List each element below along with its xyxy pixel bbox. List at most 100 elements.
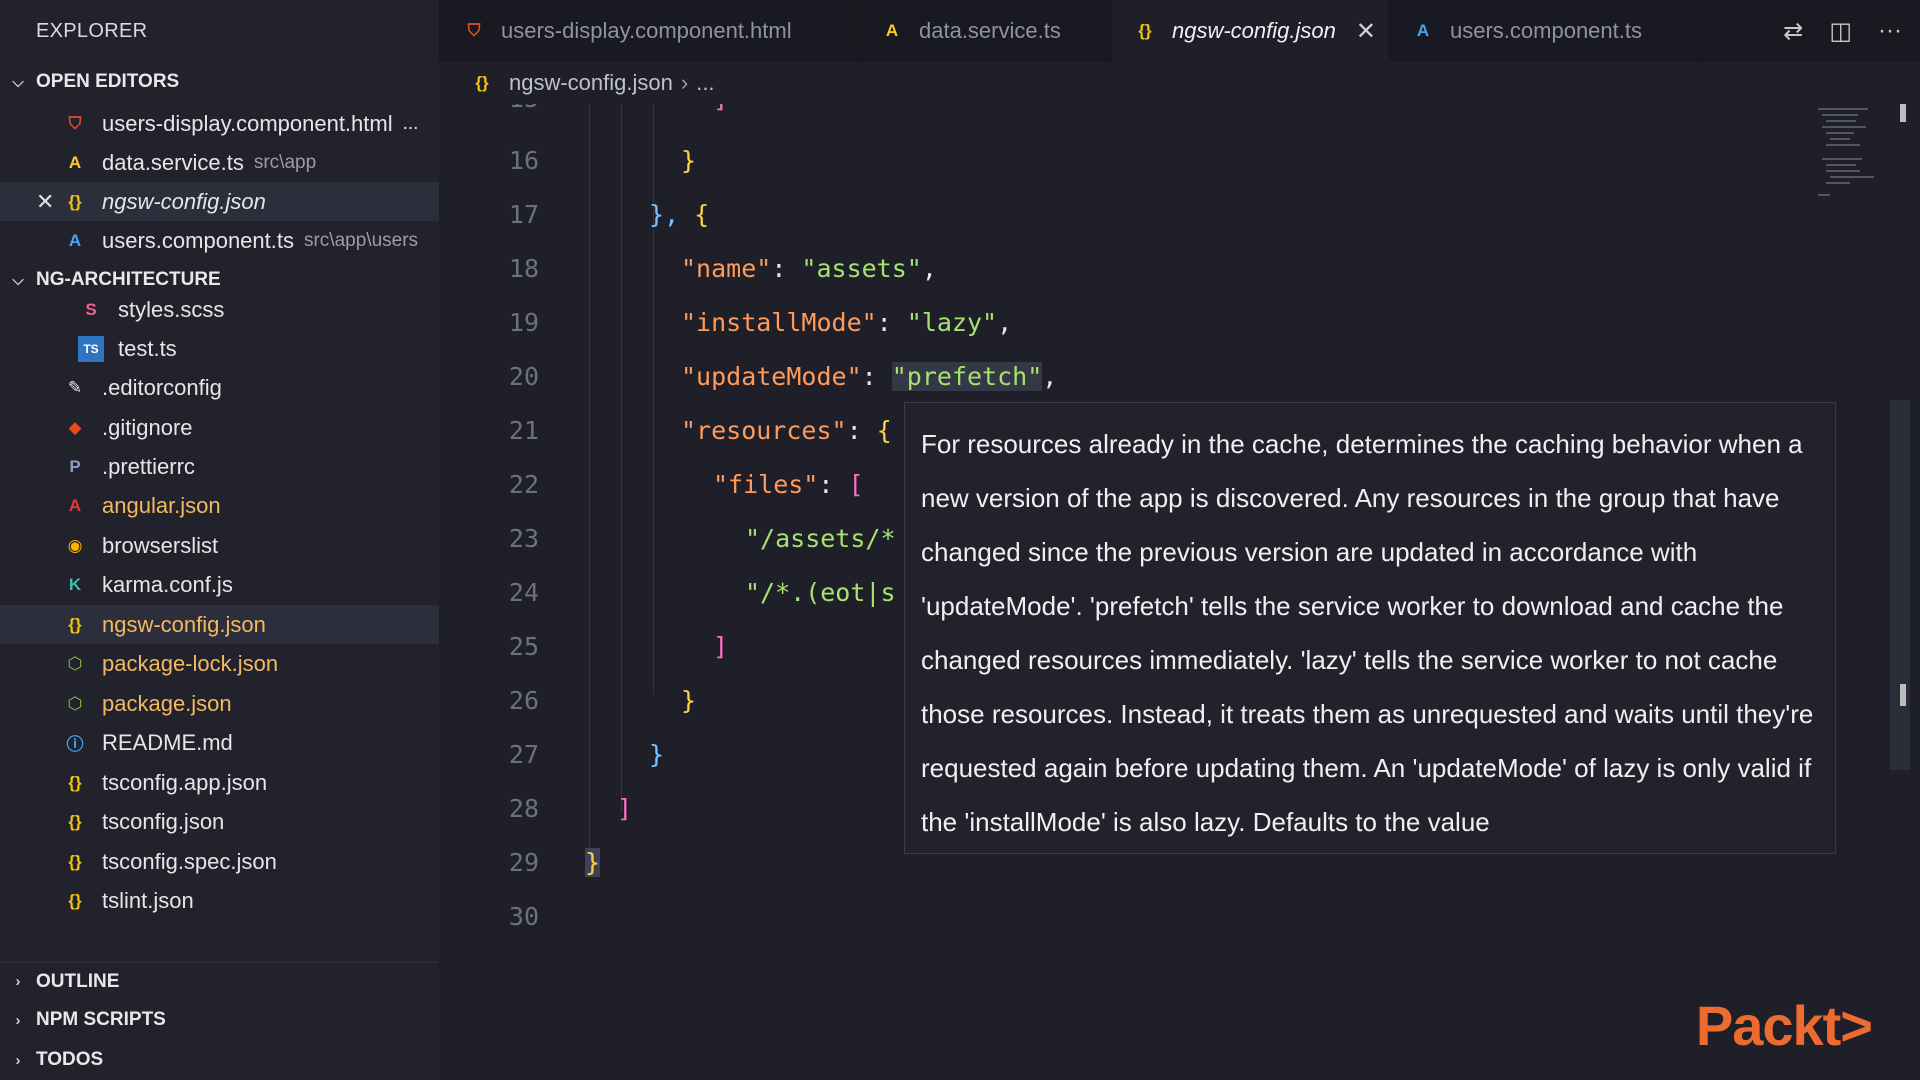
split-editor-icon[interactable]: ◫ <box>1829 17 1852 46</box>
code-token: } <box>585 848 601 877</box>
vertical-scrollbar[interactable] <box>1890 400 1910 770</box>
line-number: 23 <box>508 524 539 553</box>
scrollbar-marker <box>1900 684 1906 706</box>
file-item[interactable]: TS test.ts <box>0 329 439 368</box>
tab-bar: ⛉ users-display.component.html A data.se… <box>439 0 1920 62</box>
code-token: ] <box>713 104 728 113</box>
nodejs-icon: ⬡ <box>67 653 83 673</box>
json-icon: {} <box>68 772 82 792</box>
json-icon: {} <box>1138 21 1152 40</box>
chevron-down-icon: ⌵ <box>12 271 24 289</box>
more-actions-icon[interactable]: ··· <box>1878 17 1902 45</box>
editorconfig-icon: ✎ <box>67 377 83 397</box>
file-item[interactable]: A angular.json <box>0 486 439 525</box>
compare-changes-icon[interactable]: ⇄ <box>1783 17 1803 46</box>
minimap-line <box>1826 120 1856 122</box>
code-line: "name": "assets", <box>681 254 937 283</box>
chevron-right-icon: › <box>15 973 21 990</box>
line-number: 27 <box>508 740 539 769</box>
browserslist-icon: ◉ <box>67 535 83 555</box>
line-number: 29 <box>508 848 539 877</box>
line-number: 17 <box>508 200 539 229</box>
code-token: } <box>681 146 697 175</box>
minimap-line <box>1822 126 1866 128</box>
line-number: 24 <box>508 578 539 607</box>
breadcrumb: {} ngsw-config.json › ... <box>439 62 1920 104</box>
npm-scripts-header[interactable]: › NPM SCRIPTS <box>0 1001 439 1039</box>
file-item[interactable]: ⬡ package-lock.json <box>0 644 439 683</box>
angular-service-icon: A <box>68 152 82 172</box>
code-token: "/assets/* <box>745 524 896 553</box>
open-editor-item[interactable]: A data.service.ts src\app <box>0 143 439 182</box>
file-item[interactable]: S styles.scss <box>0 290 439 329</box>
tab-users-component[interactable]: A users.component.ts <box>1390 0 1700 62</box>
line-number: 16 <box>508 146 539 175</box>
breadcrumb-symbol[interactable]: ... <box>696 70 714 96</box>
minimap[interactable] <box>1804 104 1890 214</box>
line-number: 26 <box>508 686 539 715</box>
code-token: ] <box>617 794 633 823</box>
karma-icon: K <box>68 574 82 594</box>
file-item[interactable]: ⬡ package.json <box>0 684 439 723</box>
json-icon: {} <box>68 811 82 831</box>
file-item[interactable]: ◆ .gitignore <box>0 408 439 447</box>
hover-tooltip: For resources already in the cache, dete… <box>904 402 1836 854</box>
minimap-line <box>1822 114 1858 116</box>
indent-guide <box>653 104 654 694</box>
line-number: 19 <box>508 308 539 337</box>
code-token: } <box>681 686 697 715</box>
file-item[interactable]: {} tsconfig.spec.json <box>0 842 439 881</box>
outline-header[interactable]: › OUTLINE <box>0 962 439 1000</box>
explorer-title: EXPLORER <box>36 20 148 42</box>
todos-header[interactable]: › TODOS <box>0 1041 439 1079</box>
minimap-line <box>1826 132 1854 134</box>
prettier-icon: P <box>69 456 81 476</box>
code-token: } <box>649 740 665 769</box>
angular-icon: A <box>68 495 82 515</box>
chevron-right-icon: › <box>15 1051 21 1069</box>
breadcrumb-file[interactable]: ngsw-config.json <box>509 70 673 96</box>
code-line: "updateMode": "prefetch", <box>681 362 1058 391</box>
packt-logo: Packt> <box>1695 994 1873 1057</box>
minimap-line <box>1826 144 1860 146</box>
tab-users-display[interactable]: ⛉ users-display.component.html <box>439 0 859 62</box>
json-icon: {} <box>475 73 489 92</box>
code-line: "files": [ <box>713 470 864 499</box>
html5-icon: ⛉ <box>467 21 481 40</box>
code-line: "installMode": "lazy", <box>681 308 1013 337</box>
json-icon: {} <box>68 851 82 871</box>
close-icon[interactable]: ✕ <box>1356 17 1376 46</box>
hovered-token: "prefetch" <box>891 362 1043 391</box>
line-number: 30 <box>508 902 539 931</box>
file-item[interactable]: P .prettierrc <box>0 447 439 486</box>
file-item[interactable]: ✎ .editorconfig <box>0 368 439 407</box>
chevron-right-icon: › <box>680 70 689 95</box>
tab-ngsw-config[interactable]: {} ngsw-config.json ✕ <box>1112 0 1390 62</box>
open-editor-item[interactable]: ⛉ users-display.component.html ... <box>0 104 439 143</box>
minimap-line <box>1818 108 1868 110</box>
open-editors-header[interactable]: ⌵ OPEN EDITORS <box>0 63 439 101</box>
open-editor-item[interactable]: A users.component.ts src\app\users <box>0 221 439 260</box>
file-item[interactable]: {} tsconfig.json <box>0 802 439 841</box>
json-icon: {} <box>68 614 82 634</box>
code-line: "resources": { <box>681 416 892 445</box>
minimap-line <box>1830 138 1850 140</box>
file-item[interactable]: ⓘ README.md <box>0 723 439 762</box>
angular-component-icon: A <box>1416 21 1430 40</box>
chevron-right-icon: › <box>15 1011 21 1029</box>
minimap-line <box>1822 158 1862 160</box>
sass-icon: S <box>85 299 97 319</box>
file-item[interactable]: K karma.conf.js <box>0 565 439 604</box>
file-item[interactable]: ◉ browserslist <box>0 526 439 565</box>
minimap-line <box>1826 182 1850 184</box>
scrollbar-marker <box>1900 104 1906 122</box>
file-item[interactable]: {} tslint.json <box>0 881 439 920</box>
file-item-selected[interactable]: {} ngsw-config.json <box>0 605 439 644</box>
line-number: 18 <box>508 254 539 283</box>
tab-data-service[interactable]: A data.service.ts <box>859 0 1112 62</box>
open-editor-item-active[interactable]: ✕ {} ngsw-config.json <box>0 182 439 221</box>
file-item[interactable]: {} tsconfig.app.json <box>0 763 439 802</box>
code-token: "/*.(eot|s <box>745 578 896 607</box>
close-icon[interactable]: ✕ <box>36 189 54 215</box>
chevron-down-icon: ⌵ <box>12 73 24 91</box>
